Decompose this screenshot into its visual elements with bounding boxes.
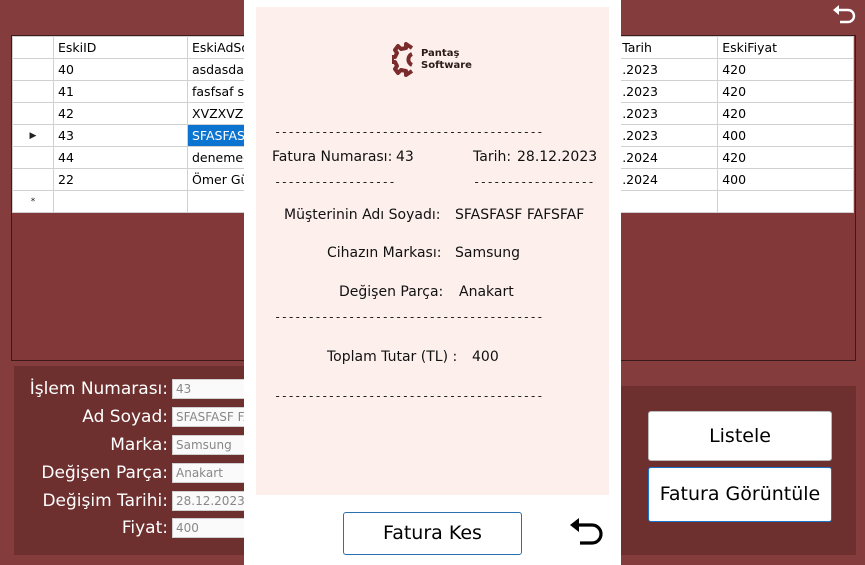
cell-eskitarih[interactable]: .2024 (617, 168, 719, 191)
cell-eskifiyat[interactable]: 400 (717, 124, 855, 147)
logo-line-1: Pantaş (421, 48, 460, 59)
form-row-tarih: Değişim Tarihi: 28.12.2023 0 (14, 489, 252, 513)
toplam-tutar-label: Toplam Tutar (TL) : (327, 349, 458, 365)
cihaz-markasi-value: Samsung (455, 245, 521, 261)
fatura-goruntule-button[interactable]: Fatura Görüntüle (648, 467, 832, 522)
ad-soyad-label: Ad Soyad: (82, 407, 168, 427)
form-row-fiyat: Fiyat: 400 (14, 516, 252, 540)
cell-eskiid[interactable]: 22 (53, 168, 188, 191)
cell-eskitarih[interactable]: .2023 (617, 124, 719, 147)
logo-text: Pantaş Software (421, 48, 472, 72)
undo-arrow-icon[interactable] (566, 515, 606, 553)
col-header-eskitarih[interactable]: Tarih (617, 36, 719, 59)
musteri-label: Müşterinin Adı Soyadı: (284, 207, 441, 223)
cell-eskitarih[interactable]: .2023 (617, 102, 719, 125)
back-icon[interactable] (830, 4, 858, 28)
fatura-kes-button[interactable]: Fatura Kes (343, 512, 522, 555)
row-header[interactable] (12, 168, 54, 191)
logo-line-2: Software (421, 60, 472, 71)
toplam-tutar-value: 400 (472, 349, 499, 365)
row-header[interactable] (12, 80, 54, 103)
form-row-marka: Marka: Samsung (14, 433, 252, 457)
form-row-adsoyad: Ad Soyad: SFASFASF FA (14, 405, 252, 429)
marka-field[interactable]: Samsung (172, 435, 252, 455)
musteri-value: SFASFASF FAFSFAF (455, 207, 585, 223)
ad-soyad-field[interactable]: SFASFASF FA (172, 407, 252, 427)
separator-short-right: ------------------ (473, 175, 593, 189)
degisen-parca-invoice-value: Anakart (459, 284, 514, 300)
new-row-indicator[interactable]: * (12, 190, 54, 213)
current-row-indicator[interactable]: ▶ (12, 124, 54, 147)
fiyat-field[interactable]: 400 (172, 518, 252, 538)
cell-eskitarih[interactable]: .2023 (617, 80, 719, 103)
separator-line: ---------------------------------------- (274, 389, 543, 403)
listele-button[interactable]: Listele (648, 411, 832, 461)
cell-eskitarih[interactable]: .2024 (617, 146, 719, 169)
row-header[interactable] (12, 146, 54, 169)
invoice-date-label: Tarih: (473, 149, 512, 165)
cell-eskiid[interactable]: 43 (53, 124, 188, 147)
fiyat-label: Fiyat: (121, 518, 168, 538)
grid-corner-header (12, 36, 54, 59)
row-header[interactable] (12, 58, 54, 81)
company-logo: Pantaş Software (390, 41, 482, 81)
form-row-parca: Değişen Parça: Anakart (14, 461, 252, 485)
degisen-parca-label: Değişen Parça: (41, 463, 168, 483)
cell-eskifiyat[interactable] (717, 190, 855, 213)
invoice-date-value: 28.12.2023 (517, 149, 598, 165)
islem-numarasi-label: İşlem Numarası: (29, 379, 168, 399)
cihaz-markasi-label: Cihazın Markası: (327, 245, 442, 261)
degisim-tarihi-field[interactable]: 28.12.2023 0 (172, 491, 252, 511)
invoice-preview: Pantaş Software ------------------------… (256, 7, 609, 495)
invoice-dialog: Pantaş Software ------------------------… (244, 0, 621, 565)
cell-eskifiyat[interactable]: 420 (717, 102, 855, 125)
islem-numarasi-field[interactable]: 43 (172, 379, 252, 399)
marka-label: Marka: (110, 435, 168, 455)
form-row-islem: İşlem Numarası: 43 (14, 377, 252, 401)
cell-eskiid[interactable]: 44 (53, 146, 188, 169)
fatura-numarasi-label: Fatura Numarası: (272, 149, 393, 165)
separator-line: ---------------------------------------- (274, 125, 543, 139)
fatura-numarasi-value: 43 (396, 149, 414, 165)
cell-eskifiyat[interactable]: 420 (717, 58, 855, 81)
details-form: İşlem Numarası: 43 Ad Soyad: SFASFASF FA… (14, 366, 252, 555)
cell-eskitarih[interactable]: .2023 (617, 58, 719, 81)
gear-logo-icon (390, 42, 414, 77)
cell-eskiid[interactable]: 41 (53, 80, 188, 103)
row-header[interactable] (12, 102, 54, 125)
cell-eskifiyat[interactable]: 420 (717, 80, 855, 103)
col-header-eskiid[interactable]: EskiID (53, 36, 188, 59)
cell-eskiid[interactable]: 42 (53, 102, 188, 125)
cell-eskiid[interactable]: 40 (53, 58, 188, 81)
separator-line: ---------------------------------------- (274, 310, 543, 324)
degisim-tarihi-label: Değişim Tarihi: (42, 491, 168, 511)
cell-eskifiyat[interactable]: 420 (717, 146, 855, 169)
separator-short-left: ------------------ (274, 175, 396, 189)
cell-eskitarih[interactable] (617, 190, 719, 213)
degisen-parca-field[interactable]: Anakart (172, 463, 252, 483)
degisen-parca-invoice-label: Değişen Parça: (339, 284, 444, 300)
cell-eskiid[interactable] (53, 190, 188, 213)
col-header-eskifiyat[interactable]: EskiFiyat (717, 36, 855, 59)
cell-eskifiyat[interactable]: 400 (717, 168, 855, 191)
